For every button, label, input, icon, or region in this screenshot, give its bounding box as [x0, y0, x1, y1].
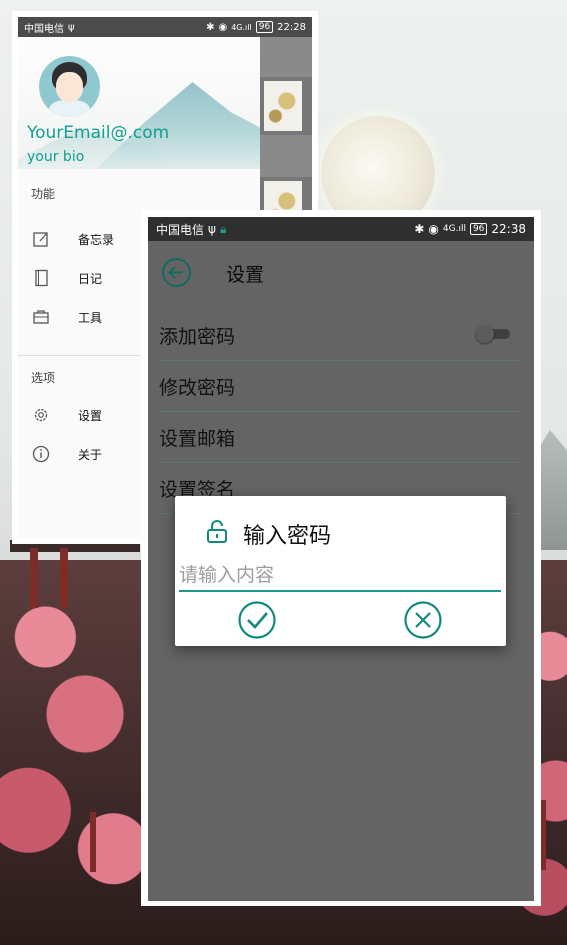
confirm-button[interactable]: [237, 600, 277, 640]
carrier-label: 中国电信: [24, 23, 64, 35]
lock-status-icon: 🔒︎: [219, 221, 227, 236]
cancel-button[interactable]: [403, 600, 443, 640]
setting-row-change-password[interactable]: 修改密码: [158, 361, 522, 412]
back-arrow-icon[interactable]: [161, 257, 192, 288]
dialog-title: 输入密码: [243, 524, 332, 549]
carrier-label: 中国电信: [156, 222, 205, 237]
status-bar: 中国电信 ψ ✱ ◉ 4G.ıll 96 22:28: [18, 17, 312, 37]
drawer-item-label: 日记: [78, 271, 103, 286]
signal-icon: 4G.ıll: [442, 224, 466, 234]
user-bio[interactable]: your bio: [27, 149, 84, 165]
bluetooth-icon: ✱: [414, 222, 425, 236]
drawer-item-label: 工具: [78, 310, 103, 325]
setting-row-set-email[interactable]: 设置邮箱: [158, 412, 522, 463]
signal-icon: 4G.ıll: [231, 22, 252, 32]
add-password-toggle[interactable]: [476, 325, 512, 343]
page-title: 设置: [226, 264, 265, 286]
usb-icon: ψ: [68, 21, 75, 33]
unlock-icon: [207, 520, 227, 543]
drawer-header: YourEmail@.com your bio: [18, 37, 260, 169]
toolbox-icon: [33, 310, 49, 324]
avatar[interactable]: [39, 56, 100, 117]
status-bar: 中国电信 ψ 🔒︎ ✱ ◉ 4G.ıll 96 22:38: [148, 217, 534, 241]
battery-icon: 96: [255, 21, 274, 33]
setting-label: 设置邮箱: [159, 428, 236, 450]
close-circle-icon: [404, 601, 442, 639]
check-circle-icon: [238, 601, 276, 639]
toolbar: 设置: [148, 241, 534, 305]
drawer-item-label: 备忘录: [78, 232, 115, 247]
clock: 22:28: [277, 21, 306, 33]
eye-icon: ◉: [218, 21, 228, 33]
eye-icon: ◉: [428, 222, 439, 236]
setting-label: 添加密码: [159, 326, 236, 348]
drawer-item-label: 关于: [78, 447, 103, 462]
battery-icon: 96: [469, 223, 488, 235]
user-email[interactable]: YourEmail@.com: [27, 123, 169, 143]
diary-book-icon: [35, 269, 48, 287]
gear-icon: [34, 408, 48, 422]
info-icon: [32, 445, 50, 463]
group-title-options: 选项: [31, 371, 56, 385]
setting-label: 修改密码: [159, 377, 236, 399]
drawer-item-label: 设置: [78, 408, 103, 423]
memo-edit-icon: [33, 232, 48, 247]
bluetooth-icon: ✱: [206, 21, 215, 33]
group-title-functions: 功能: [31, 187, 56, 201]
clock: 22:38: [491, 222, 526, 236]
password-dialog: 输入密码: [175, 496, 506, 646]
setting-row-add-password[interactable]: 添加密码: [158, 310, 522, 361]
password-input[interactable]: [179, 560, 501, 592]
usb-icon: ψ: [208, 222, 216, 236]
